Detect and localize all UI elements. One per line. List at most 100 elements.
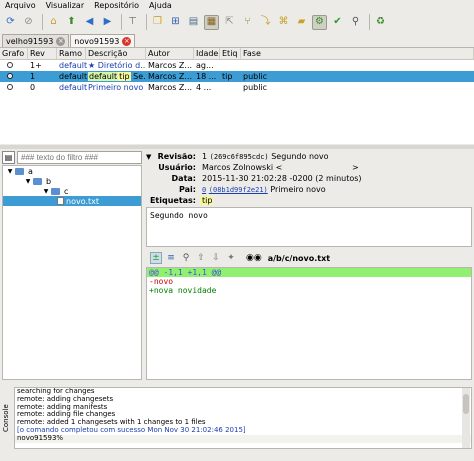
search-icon[interactable]: ⚲ xyxy=(180,252,192,264)
expand-icon[interactable]: ▼ xyxy=(146,153,154,161)
close-icon[interactable]: × xyxy=(56,36,66,46)
diff-view[interactable]: @@ -1,1 +1,1 @@ -novo +nova novidade xyxy=(146,267,472,380)
tree-item-label: a xyxy=(28,166,33,176)
branch-icon[interactable]: ⑂ xyxy=(240,15,255,30)
table-row[interactable]: 1+ default ★ Diretório d... Marcos Z... … xyxy=(0,60,474,71)
home-icon[interactable]: ⌂ xyxy=(46,15,61,30)
parent-label: Pai: xyxy=(179,185,196,194)
user-value-end: > xyxy=(352,163,359,172)
toolbar-separator xyxy=(42,14,43,30)
tree-item-c[interactable]: ▼ c xyxy=(3,186,141,196)
refresh-icon[interactable]: ⟳ xyxy=(3,15,18,30)
revision-row: ▼ Revisão: 1 (269c6f895cdc) Segundo novo xyxy=(146,151,472,162)
expand-icon[interactable]: ▼ xyxy=(41,188,51,195)
branch-cell: default xyxy=(59,72,88,81)
col-header-fase[interactable]: Fase xyxy=(241,47,474,60)
user-label: Usuário: xyxy=(158,163,196,172)
date-row: Data: 2015-11-30 21:02:28 -0200 (2 minut… xyxy=(146,173,472,184)
expand-icon[interactable]: ▼ xyxy=(23,178,33,185)
console-prompt[interactable]: novo91593% xyxy=(15,434,471,443)
console-scrollbar[interactable] xyxy=(462,388,470,448)
col-header-grafo[interactable]: Grafo xyxy=(0,47,28,60)
graph-node-icon xyxy=(0,61,28,70)
table-row[interactable]: 0 default Primeiro novo Marcos Z... 4 ..… xyxy=(0,82,474,93)
age-cell: 18 ... xyxy=(196,72,217,81)
description-cell: Primeiro novo xyxy=(88,83,144,92)
age-cell: 4 ... xyxy=(196,83,212,92)
revision-label: Revisão: xyxy=(157,152,196,161)
col-header-rev[interactable]: Rev xyxy=(28,47,57,60)
file-tree: ▼ a ▼ b ▼ c novo.txt xyxy=(2,165,142,380)
expand-icon[interactable]: ▼ xyxy=(5,168,15,175)
filter-icon[interactable]: ⊤ xyxy=(125,15,140,30)
menu-bar: Arquivo Visualizar Repositório Ajuda xyxy=(0,0,474,11)
annotate-icon[interactable]: ≡ xyxy=(165,252,177,264)
menu-repositorio[interactable]: Repositório xyxy=(94,1,139,10)
graph-header: Grafo Rev Ramo Descrição Autor Idade Eti… xyxy=(0,47,474,60)
branch-badge: default xyxy=(88,72,119,81)
reload-icon[interactable]: ♻ xyxy=(373,15,388,30)
tree-item-label: b xyxy=(46,176,52,186)
graph-node-icon xyxy=(0,83,28,92)
console-output[interactable]: searching for changes remote: adding cha… xyxy=(14,387,472,449)
col-header-autor[interactable]: Autor xyxy=(146,47,194,60)
commit-icon[interactable]: ✔ xyxy=(330,15,345,30)
col-header-descricao[interactable]: Descrição xyxy=(86,47,146,60)
options-icon[interactable]: ✦ xyxy=(225,252,237,264)
previous-change-icon[interactable]: ⇧ xyxy=(195,252,207,264)
database-icon[interactable]: ▤ xyxy=(186,15,201,30)
tab-velho91593[interactable]: velho91593 × xyxy=(2,34,70,47)
menu-arquivo[interactable]: Arquivo xyxy=(5,1,36,10)
parent-hash-link[interactable]: (08b1d99f2e21) xyxy=(209,186,268,194)
col-header-etiq[interactable]: Etiq xyxy=(220,47,241,60)
forward-icon[interactable]: ▶ xyxy=(100,15,115,30)
author-cell: Marcos Z... xyxy=(148,61,193,70)
scrollbar-thumb[interactable] xyxy=(463,394,469,414)
search-icon[interactable]: ⚲ xyxy=(348,15,363,30)
table-row[interactable]: 1 default defaulttip Se... Marcos Z... 1… xyxy=(0,71,474,82)
toolbar-separator xyxy=(369,14,370,30)
tree-item-label: novo.txt xyxy=(66,196,100,206)
export-icon[interactable]: ⇱ xyxy=(222,15,237,30)
rev-cell: 0 xyxy=(30,83,36,92)
description-cell: defaulttip Se... xyxy=(86,72,146,81)
parent-link[interactable]: 0 xyxy=(200,186,206,194)
stop-icon[interactable]: ⊘ xyxy=(21,15,36,30)
file-list-icon[interactable]: ▤ xyxy=(2,151,15,164)
rev-cell: 1 xyxy=(30,72,36,81)
menu-ajuda[interactable]: Ajuda xyxy=(149,1,172,10)
pane-splitter[interactable] xyxy=(0,145,474,149)
parent-description: Primeiro novo xyxy=(270,185,326,194)
tab-novo91593[interactable]: novo91593 × xyxy=(70,34,136,47)
load-icon[interactable]: ⊞ xyxy=(168,15,183,30)
col-header-ramo[interactable]: Ramo xyxy=(57,47,86,60)
workbench-icon[interactable]: ▦ xyxy=(204,14,219,30)
tag-icon[interactable]: ⌘ xyxy=(276,15,291,30)
folder-icon xyxy=(33,177,42,185)
revision-number: 1 xyxy=(202,152,208,161)
col-header-idade[interactable]: Idade xyxy=(194,47,220,60)
compare-icon[interactable]: ❐ xyxy=(150,15,165,30)
back-icon[interactable]: ◀ xyxy=(82,15,97,30)
revision-details: ▼ Revisão: 1 (269c6f895cdc) Segundo novo… xyxy=(146,151,472,206)
tree-item-label: c xyxy=(64,186,69,196)
commit-description[interactable]: Segundo novo xyxy=(146,207,472,247)
diff-toolbar: ± ≡ ⚲ ⇧ ⇩ ✦ ◉◉ a/b/c/novo.txt xyxy=(146,250,472,266)
sync-icon[interactable]: ⚙ xyxy=(312,14,327,30)
tree-item-a[interactable]: ▼ a xyxy=(3,166,141,176)
description-cell: ★ Diretório d... xyxy=(88,61,146,70)
user-value: Marcos Zolnowski < xyxy=(202,163,283,172)
close-icon[interactable]: × xyxy=(122,36,132,46)
tree-item-novo-txt[interactable]: novo.txt xyxy=(3,196,141,206)
next-change-icon[interactable]: ⇩ xyxy=(210,252,222,264)
merge-icon[interactable]: ⤵ xyxy=(258,15,273,30)
console-panel: Console searching for changes remote: ad… xyxy=(0,384,474,461)
diff-mode-icon[interactable]: ± xyxy=(150,252,162,264)
shelve-icon[interactable]: ▰ xyxy=(294,15,309,30)
file-filter-input[interactable] xyxy=(17,151,142,164)
menu-visualizar[interactable]: Visualizar xyxy=(46,1,85,10)
tag-cell: tip xyxy=(222,72,233,81)
tab-label: velho91593 xyxy=(6,36,54,46)
tree-item-b[interactable]: ▼ b xyxy=(3,176,141,186)
go-up-icon[interactable]: ⬆ xyxy=(64,15,79,30)
